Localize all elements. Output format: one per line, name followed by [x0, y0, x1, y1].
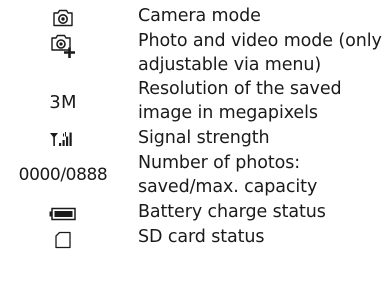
- signal-strength-icon: [0, 129, 126, 149]
- battery-icon: [0, 204, 126, 224]
- legend-desc-photo-count: Number of photos: saved/max. capacity: [138, 153, 318, 197]
- camera-icon: [0, 7, 126, 29]
- photo-count-symbol: 0000/0888: [18, 165, 108, 185]
- legend-desc-resolution: Resolution of the saved image in megapix…: [138, 79, 342, 123]
- photo-video-icon: [0, 33, 126, 59]
- legend-row-battery: Battery charge status: [0, 201, 388, 227]
- symbol-legend: Camera mode Photo and video mode (only a…: [0, 0, 388, 283]
- legend-desc-signal-strength: Signal strength: [138, 128, 270, 148]
- resolution-symbol: 3M: [49, 91, 77, 113]
- legend-row-photo-video-mode: Photo and video mode (only adjustable vi…: [0, 30, 388, 80]
- legend-desc-sd-card: SD card status: [138, 227, 265, 247]
- legend-desc-photo-video-mode: Photo and video mode (only adjustable vi…: [138, 31, 382, 75]
- legend-desc-camera-mode: Camera mode: [138, 6, 261, 26]
- sd-card-icon: [0, 229, 126, 251]
- legend-row-camera-mode: Camera mode: [0, 5, 388, 31]
- legend-row-photo-count: 0000/0888 Number of photos: saved/max. c…: [0, 152, 388, 202]
- legend-row-sd-card: SD card status: [0, 226, 388, 252]
- legend-row-resolution: 3M Resolution of the saved image in mega…: [0, 78, 388, 128]
- legend-row-signal-strength: Signal strength: [0, 127, 388, 153]
- legend-desc-battery: Battery charge status: [138, 202, 326, 222]
